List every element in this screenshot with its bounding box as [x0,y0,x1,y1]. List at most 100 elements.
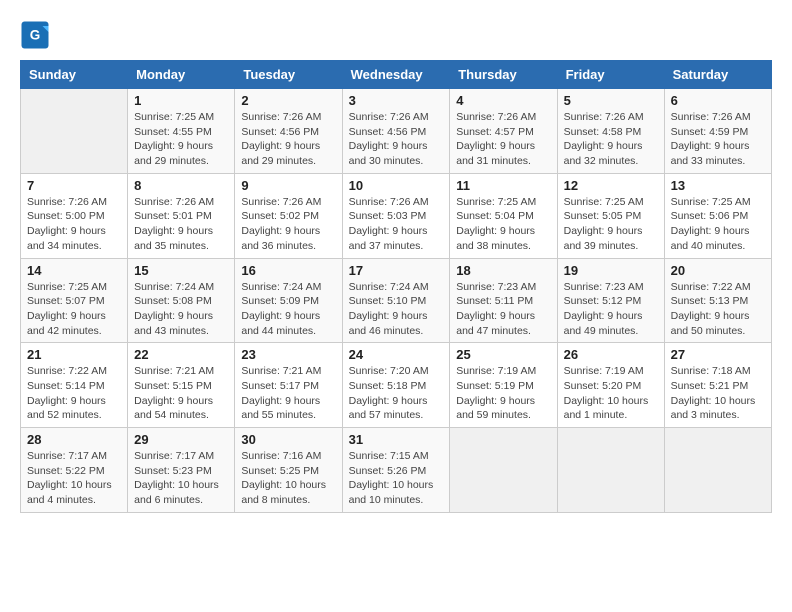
week-row-3: 14 Sunrise: 7:25 AMSunset: 5:07 PMDaylig… [21,258,772,343]
day-info: Sunrise: 7:26 AMSunset: 4:59 PMDaylight:… [671,110,765,169]
header-row: SundayMondayTuesdayWednesdayThursdayFrid… [21,61,772,89]
day-cell: 25 Sunrise: 7:19 AMSunset: 5:19 PMDaylig… [450,343,557,428]
day-cell [21,89,128,174]
day-number: 17 [349,263,444,278]
day-cell: 1 Sunrise: 7:25 AMSunset: 4:55 PMDayligh… [128,89,235,174]
day-info: Sunrise: 7:26 AMSunset: 4:56 PMDaylight:… [241,110,335,169]
day-number: 31 [349,432,444,447]
day-info: Sunrise: 7:21 AMSunset: 5:15 PMDaylight:… [134,364,228,423]
logo-icon: G [20,20,50,50]
day-number: 27 [671,347,765,362]
day-cell: 30 Sunrise: 7:16 AMSunset: 5:25 PMDaylig… [235,428,342,513]
day-cell: 31 Sunrise: 7:15 AMSunset: 5:26 PMDaylig… [342,428,450,513]
day-info: Sunrise: 7:25 AMSunset: 5:05 PMDaylight:… [564,195,658,254]
day-cell: 18 Sunrise: 7:23 AMSunset: 5:11 PMDaylig… [450,258,557,343]
day-info: Sunrise: 7:24 AMSunset: 5:10 PMDaylight:… [349,280,444,339]
day-cell: 9 Sunrise: 7:26 AMSunset: 5:02 PMDayligh… [235,173,342,258]
day-info: Sunrise: 7:16 AMSunset: 5:25 PMDaylight:… [241,449,335,508]
day-info: Sunrise: 7:24 AMSunset: 5:09 PMDaylight:… [241,280,335,339]
day-cell: 12 Sunrise: 7:25 AMSunset: 5:05 PMDaylig… [557,173,664,258]
day-info: Sunrise: 7:18 AMSunset: 5:21 PMDaylight:… [671,364,765,423]
day-cell: 10 Sunrise: 7:26 AMSunset: 5:03 PMDaylig… [342,173,450,258]
day-number: 2 [241,93,335,108]
day-cell: 23 Sunrise: 7:21 AMSunset: 5:17 PMDaylig… [235,343,342,428]
week-row-5: 28 Sunrise: 7:17 AMSunset: 5:22 PMDaylig… [21,428,772,513]
day-cell: 13 Sunrise: 7:25 AMSunset: 5:06 PMDaylig… [664,173,771,258]
day-info: Sunrise: 7:26 AMSunset: 5:02 PMDaylight:… [241,195,335,254]
day-info: Sunrise: 7:20 AMSunset: 5:18 PMDaylight:… [349,364,444,423]
day-cell: 11 Sunrise: 7:25 AMSunset: 5:04 PMDaylig… [450,173,557,258]
day-cell: 24 Sunrise: 7:20 AMSunset: 5:18 PMDaylig… [342,343,450,428]
day-cell: 6 Sunrise: 7:26 AMSunset: 4:59 PMDayligh… [664,89,771,174]
svg-text:G: G [30,28,41,43]
day-cell: 27 Sunrise: 7:18 AMSunset: 5:21 PMDaylig… [664,343,771,428]
day-number: 12 [564,178,658,193]
day-number: 30 [241,432,335,447]
day-cell: 5 Sunrise: 7:26 AMSunset: 4:58 PMDayligh… [557,89,664,174]
day-cell [557,428,664,513]
day-info: Sunrise: 7:26 AMSunset: 5:01 PMDaylight:… [134,195,228,254]
day-header-saturday: Saturday [664,61,771,89]
day-info: Sunrise: 7:26 AMSunset: 5:03 PMDaylight:… [349,195,444,254]
day-cell: 19 Sunrise: 7:23 AMSunset: 5:12 PMDaylig… [557,258,664,343]
day-number: 5 [564,93,658,108]
day-cell [664,428,771,513]
day-number: 10 [349,178,444,193]
day-number: 15 [134,263,228,278]
page-header: G [20,20,772,50]
day-cell: 15 Sunrise: 7:24 AMSunset: 5:08 PMDaylig… [128,258,235,343]
day-number: 28 [27,432,121,447]
day-cell: 21 Sunrise: 7:22 AMSunset: 5:14 PMDaylig… [21,343,128,428]
day-number: 26 [564,347,658,362]
day-cell: 3 Sunrise: 7:26 AMSunset: 4:56 PMDayligh… [342,89,450,174]
day-number: 29 [134,432,228,447]
day-info: Sunrise: 7:26 AMSunset: 4:56 PMDaylight:… [349,110,444,169]
day-number: 6 [671,93,765,108]
day-cell: 4 Sunrise: 7:26 AMSunset: 4:57 PMDayligh… [450,89,557,174]
day-cell: 22 Sunrise: 7:21 AMSunset: 5:15 PMDaylig… [128,343,235,428]
day-number: 16 [241,263,335,278]
day-cell: 8 Sunrise: 7:26 AMSunset: 5:01 PMDayligh… [128,173,235,258]
day-number: 8 [134,178,228,193]
day-header-wednesday: Wednesday [342,61,450,89]
day-header-tuesday: Tuesday [235,61,342,89]
day-info: Sunrise: 7:19 AMSunset: 5:20 PMDaylight:… [564,364,658,423]
calendar-table: SundayMondayTuesdayWednesdayThursdayFrid… [20,60,772,513]
day-header-monday: Monday [128,61,235,89]
day-cell: 26 Sunrise: 7:19 AMSunset: 5:20 PMDaylig… [557,343,664,428]
day-info: Sunrise: 7:26 AMSunset: 5:00 PMDaylight:… [27,195,121,254]
day-number: 21 [27,347,121,362]
day-info: Sunrise: 7:25 AMSunset: 5:04 PMDaylight:… [456,195,550,254]
day-number: 9 [241,178,335,193]
day-cell: 7 Sunrise: 7:26 AMSunset: 5:00 PMDayligh… [21,173,128,258]
day-info: Sunrise: 7:23 AMSunset: 5:11 PMDaylight:… [456,280,550,339]
day-cell: 29 Sunrise: 7:17 AMSunset: 5:23 PMDaylig… [128,428,235,513]
day-info: Sunrise: 7:19 AMSunset: 5:19 PMDaylight:… [456,364,550,423]
day-info: Sunrise: 7:21 AMSunset: 5:17 PMDaylight:… [241,364,335,423]
day-number: 7 [27,178,121,193]
day-info: Sunrise: 7:26 AMSunset: 4:57 PMDaylight:… [456,110,550,169]
day-number: 11 [456,178,550,193]
day-number: 1 [134,93,228,108]
week-row-1: 1 Sunrise: 7:25 AMSunset: 4:55 PMDayligh… [21,89,772,174]
day-header-thursday: Thursday [450,61,557,89]
logo: G [20,20,54,50]
day-info: Sunrise: 7:17 AMSunset: 5:22 PMDaylight:… [27,449,121,508]
day-number: 25 [456,347,550,362]
day-info: Sunrise: 7:25 AMSunset: 4:55 PMDaylight:… [134,110,228,169]
day-number: 13 [671,178,765,193]
day-cell: 2 Sunrise: 7:26 AMSunset: 4:56 PMDayligh… [235,89,342,174]
day-info: Sunrise: 7:15 AMSunset: 5:26 PMDaylight:… [349,449,444,508]
day-cell: 28 Sunrise: 7:17 AMSunset: 5:22 PMDaylig… [21,428,128,513]
day-info: Sunrise: 7:26 AMSunset: 4:58 PMDaylight:… [564,110,658,169]
day-info: Sunrise: 7:22 AMSunset: 5:14 PMDaylight:… [27,364,121,423]
day-cell: 14 Sunrise: 7:25 AMSunset: 5:07 PMDaylig… [21,258,128,343]
day-number: 20 [671,263,765,278]
day-info: Sunrise: 7:25 AMSunset: 5:07 PMDaylight:… [27,280,121,339]
day-info: Sunrise: 7:17 AMSunset: 5:23 PMDaylight:… [134,449,228,508]
week-row-2: 7 Sunrise: 7:26 AMSunset: 5:00 PMDayligh… [21,173,772,258]
day-header-friday: Friday [557,61,664,89]
day-number: 4 [456,93,550,108]
day-info: Sunrise: 7:24 AMSunset: 5:08 PMDaylight:… [134,280,228,339]
day-info: Sunrise: 7:25 AMSunset: 5:06 PMDaylight:… [671,195,765,254]
